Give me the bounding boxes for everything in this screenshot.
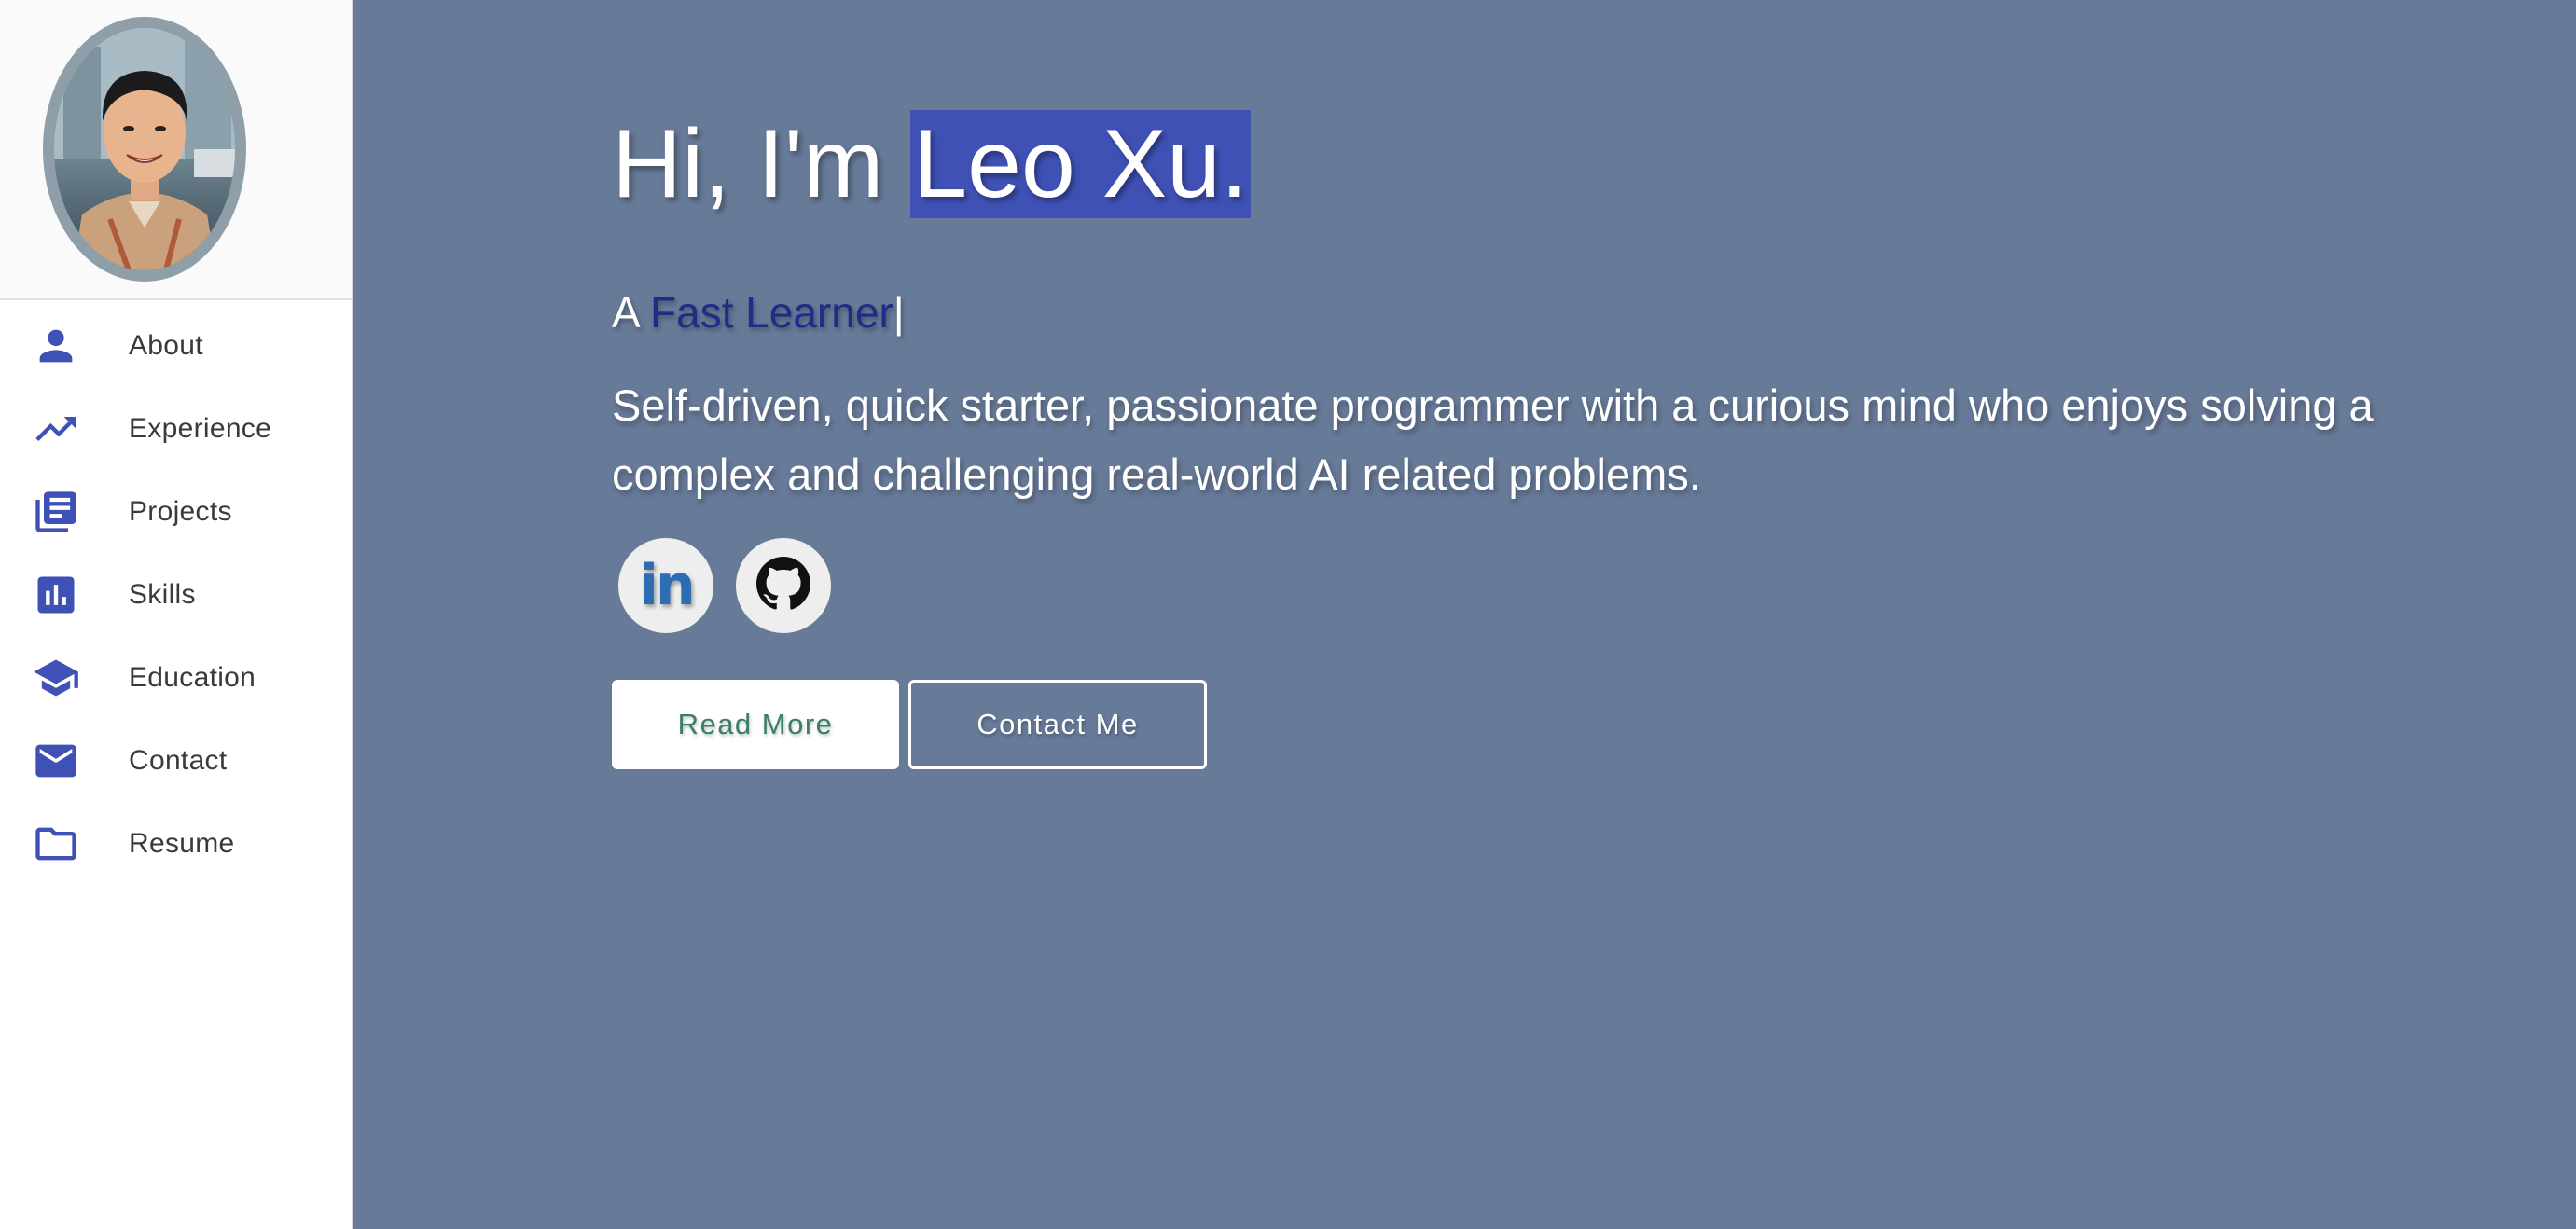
sidebar-item-label: Projects	[129, 495, 232, 527]
sidebar-item-label: Resume	[129, 827, 235, 859]
trending-up-icon	[32, 405, 80, 453]
sidebar-item-contact[interactable]: Contact	[0, 719, 352, 802]
avatar	[43, 17, 246, 282]
avatar-section	[0, 0, 352, 300]
library-books-icon	[32, 488, 80, 536]
name-highlight: Leo Xu.	[910, 110, 1251, 218]
sidebar-item-projects[interactable]: Projects	[0, 470, 352, 553]
page-title: Hi, I'm Leo Xu.	[612, 104, 1251, 224]
github-icon	[756, 556, 810, 615]
tagline-typed-text: Fast Learner	[649, 288, 893, 337]
sidebar-item-label: Contact	[129, 744, 228, 776]
mail-icon	[32, 737, 80, 785]
graduation-cap-icon	[32, 654, 80, 702]
read-more-button[interactable]: Read More	[612, 680, 899, 769]
cta-buttons: Read More Contact Me	[612, 680, 1207, 769]
folder-icon	[32, 820, 80, 868]
hero-section: Hi, I'm Leo Xu. A Fast Learner| Self-dri…	[353, 0, 2576, 1229]
sidebar: About Experience Projects Skills Educati…	[0, 0, 353, 1229]
avatar-photo	[54, 28, 235, 270]
contact-me-button[interactable]: Contact Me	[908, 680, 1207, 769]
greeting-text: Hi, I'm	[612, 110, 911, 218]
sidebar-item-label: Skills	[129, 578, 196, 610]
linkedin-icon: in	[639, 553, 695, 618]
sidebar-item-education[interactable]: Education	[0, 636, 352, 719]
sidebar-item-about[interactable]: About	[0, 304, 352, 387]
typing-cursor: |	[893, 288, 905, 337]
social-links: in	[618, 538, 831, 633]
sidebar-item-skills[interactable]: Skills	[0, 553, 352, 636]
tagline-prefix: A	[612, 288, 650, 337]
sidebar-item-experience[interactable]: Experience	[0, 387, 352, 470]
linkedin-button[interactable]: in	[618, 538, 713, 633]
sidebar-item-resume[interactable]: Resume	[0, 802, 352, 885]
person-icon	[32, 322, 80, 370]
intro-description: Self-driven, quick starter, passionate p…	[612, 380, 2374, 499]
github-button[interactable]	[736, 538, 831, 633]
sidebar-item-label: Education	[129, 661, 256, 693]
typed-tagline: A Fast Learner|	[612, 287, 905, 338]
bar-chart-icon	[32, 571, 80, 619]
sidebar-nav: About Experience Projects Skills Educati…	[0, 304, 352, 885]
sidebar-item-label: About	[129, 329, 203, 361]
sidebar-item-label: Experience	[129, 412, 272, 444]
